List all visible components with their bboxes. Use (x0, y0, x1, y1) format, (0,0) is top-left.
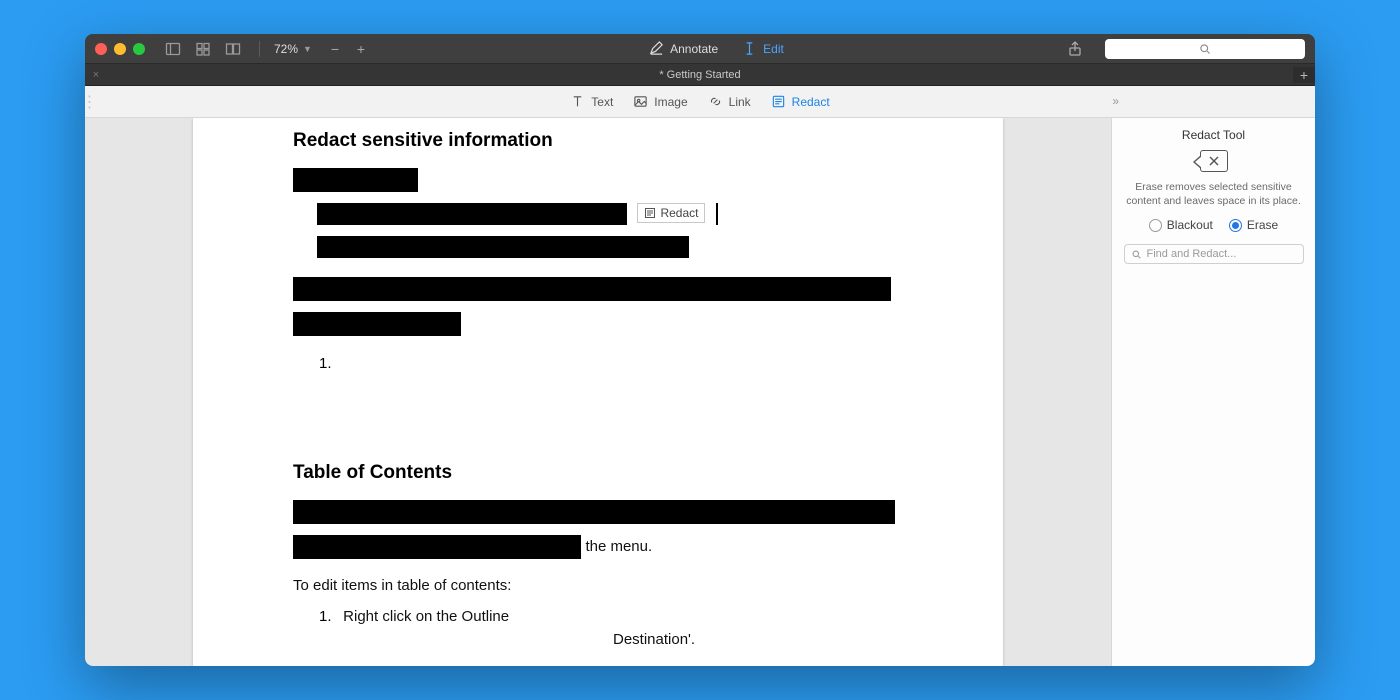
radio-dot-icon (1229, 219, 1242, 232)
find-placeholder: Find and Redact... (1147, 248, 1237, 260)
list-number: 1. (319, 355, 339, 372)
image-tool[interactable]: Image (633, 94, 687, 109)
redaction-block[interactable] (317, 203, 627, 225)
erase-radio[interactable]: Erase (1229, 218, 1278, 232)
edit-toolbar: ⋮ Text Image Link Redact » (85, 86, 1315, 118)
image-icon (633, 94, 648, 109)
two-page-toggle-icon[interactable] (221, 38, 245, 60)
search-input[interactable] (1105, 39, 1305, 59)
redact-mode-radio-group: Blackout Erase (1149, 218, 1278, 232)
search-icon (1131, 249, 1142, 260)
redaction-block[interactable] (317, 236, 689, 258)
zoom-in-button[interactable]: + (352, 41, 370, 57)
blackout-radio[interactable]: Blackout (1149, 218, 1213, 232)
chevron-down-icon: ▼ (303, 44, 312, 54)
text-cursor (716, 203, 718, 225)
link-icon (708, 94, 723, 109)
find-and-redact-input[interactable]: Find and Redact... (1124, 244, 1304, 264)
close-window-button[interactable] (95, 43, 107, 55)
tab-strip: × * Getting Started + (85, 64, 1315, 86)
list-item-text: Right click on the Outline (343, 608, 509, 625)
body-text: the menu. (585, 538, 652, 555)
minimize-window-button[interactable] (114, 43, 126, 55)
redact-popover-label: Redact (660, 206, 698, 220)
redaction-block[interactable] (293, 535, 581, 559)
link-tool-label: Link (729, 95, 751, 109)
tab-title[interactable]: * Getting Started (107, 69, 1293, 81)
erase-label: Erase (1247, 218, 1278, 232)
titlebar: 72% ▼ − + Annotate Edit (85, 34, 1315, 64)
redaction-block[interactable] (293, 168, 418, 192)
section-heading-redact: Redact sensitive information (293, 130, 903, 152)
page: Redact sensitive information Redact 1. (193, 118, 1003, 666)
fullscreen-window-button[interactable] (133, 43, 145, 55)
list-number: 1. (319, 608, 339, 625)
document-viewport[interactable]: Redact sensitive information Redact 1. (85, 118, 1111, 666)
close-tab-button[interactable]: × (85, 69, 107, 81)
new-tab-button[interactable]: + (1293, 67, 1315, 83)
redaction-block[interactable] (293, 277, 891, 301)
share-button[interactable] (1063, 38, 1087, 60)
redaction-block[interactable] (293, 500, 895, 524)
redact-sidebar: Redact Tool Erase removes selected sensi… (1111, 118, 1315, 666)
main-area: Redact sensitive information Redact 1. (85, 118, 1315, 666)
window-controls (95, 43, 145, 55)
annotate-mode-button[interactable]: Annotate (641, 38, 726, 59)
image-tool-label: Image (654, 95, 687, 109)
blackout-label: Blackout (1167, 218, 1213, 232)
redact-icon (771, 94, 786, 109)
redact-popover[interactable]: Redact (637, 203, 705, 223)
redact-popover-icon (644, 207, 656, 219)
redaction-block[interactable] (293, 312, 461, 336)
toolbar-grip-icon[interactable]: ⋮ (85, 86, 94, 118)
sidebar-description: Erase removes selected sensitive content… (1122, 180, 1305, 208)
edit-mode-button[interactable]: Edit (734, 38, 792, 59)
radio-dot-icon (1149, 219, 1162, 232)
separator (259, 41, 260, 57)
link-tool[interactable]: Link (708, 94, 751, 109)
app-window: 72% ▼ − + Annotate Edit × * Getting Star… (85, 34, 1315, 666)
pen-icon (649, 41, 664, 56)
body-text: To edit items in table of contents: (293, 577, 903, 594)
body-text: Destination'. (613, 631, 903, 648)
zoom-value: 72% (274, 42, 298, 56)
search-icon (1199, 43, 1211, 55)
redact-tool[interactable]: Redact (771, 94, 830, 109)
section-heading-toc: Table of Contents (293, 462, 903, 484)
sidebar-toggle-icon[interactable] (161, 38, 185, 60)
share-icon (1067, 41, 1083, 57)
zoom-level-dropdown[interactable]: 72% ▼ (274, 42, 312, 56)
edit-label: Edit (763, 42, 784, 56)
text-icon (570, 94, 585, 109)
thumbnails-toggle-icon[interactable] (191, 38, 215, 60)
text-tool[interactable]: Text (570, 94, 613, 109)
text-cursor-icon (742, 41, 757, 56)
erase-icon (1200, 150, 1228, 172)
collapse-sidebar-button[interactable]: » (1112, 94, 1119, 108)
annotate-label: Annotate (670, 42, 718, 56)
text-tool-label: Text (591, 95, 613, 109)
view-mode-group (161, 38, 245, 60)
redact-tool-label: Redact (792, 95, 830, 109)
sidebar-title: Redact Tool (1182, 128, 1245, 142)
zoom-out-button[interactable]: − (326, 41, 344, 57)
